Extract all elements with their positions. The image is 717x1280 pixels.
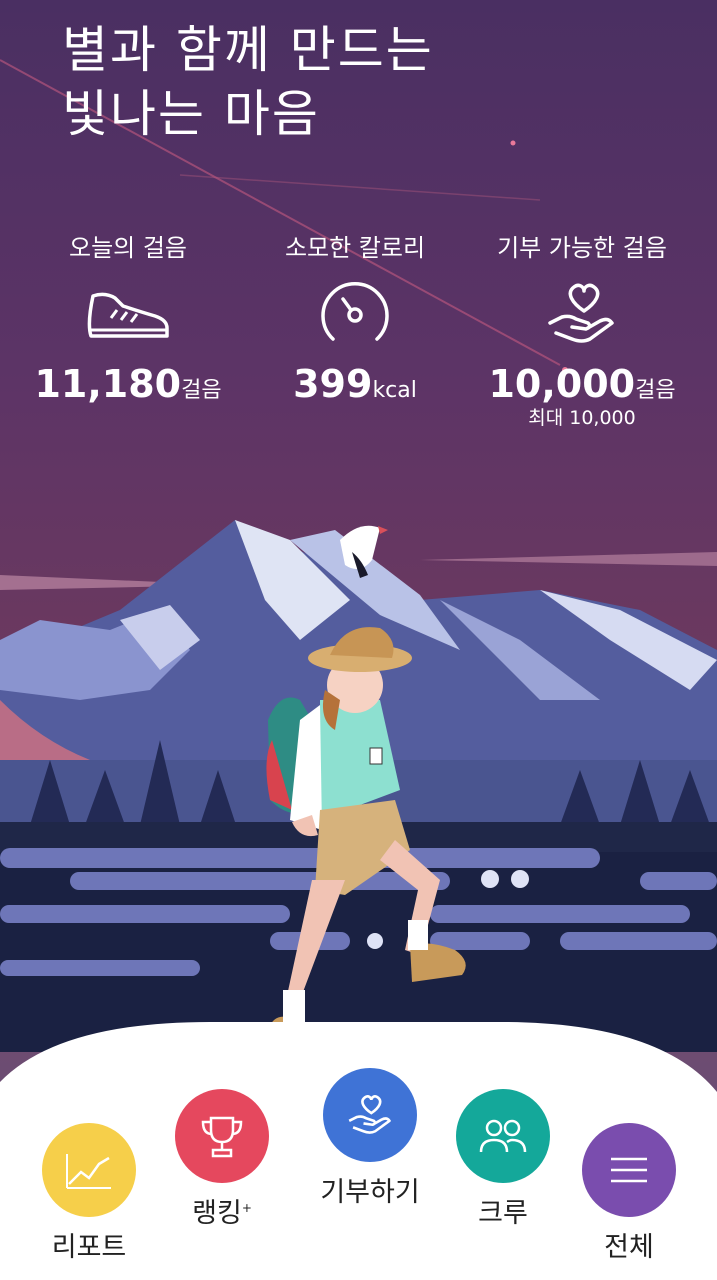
nav-crew-button[interactable]: 크루 [438, 1089, 568, 1230]
nav-ranking-label: 랭킹+ [157, 1191, 287, 1230]
sneaker-icon [13, 268, 243, 360]
gauge-icon [240, 268, 470, 360]
stat-unit: 걸음 [181, 378, 222, 403]
stat-value: 399 [293, 362, 373, 406]
title-line1: 별과 함께 만드는 [62, 21, 434, 79]
stat-donatable-steps: 기부 가능한 걸음 10,000걸음 최대 10,000 [467, 228, 697, 428]
people-icon [456, 1089, 550, 1183]
stat-calories: 소모한 칼로리 399kcal [240, 228, 470, 416]
app-screen: 별과 함께 만드는 빛나는 마음 오늘의 걸음 11,180걸음 소모한 칼로리 [0, 0, 717, 1280]
stat-unit: 걸음 [635, 378, 676, 403]
stat-value: 11,180 [34, 362, 182, 406]
nav-ranking-plus: + [241, 1201, 252, 1215]
stat-label: 기부 가능한 걸음 [497, 234, 667, 262]
nav-donate-button[interactable]: 기부하기 [305, 1068, 435, 1209]
nav-all-label: 전체 [604, 1232, 654, 1263]
nav-report-button[interactable]: 리포트 [24, 1123, 154, 1264]
heart-hand-icon [467, 268, 697, 360]
heart-hand-icon [323, 1068, 417, 1162]
title-line2: 빛나는 마음 [62, 85, 320, 143]
stat-unit: kcal [372, 378, 417, 403]
nav-ranking-text: 랭킹 [192, 1198, 242, 1229]
nav-all-menu-button[interactable]: 전체 [564, 1123, 694, 1264]
trophy-icon [175, 1089, 269, 1183]
nav-crew-label: 크루 [478, 1198, 528, 1229]
nav-report-label: 리포트 [51, 1232, 127, 1263]
nav-ranking-button[interactable]: 랭킹+ [157, 1089, 287, 1230]
menu-icon [582, 1123, 676, 1217]
stat-label: 소모한 칼로리 [284, 234, 426, 262]
stat-label: 오늘의 걸음 [68, 234, 188, 262]
page-title: 별과 함께 만드는 빛나는 마음 [62, 18, 434, 146]
stat-value: 10,000 [488, 362, 636, 406]
nav-donate-label: 기부하기 [320, 1177, 420, 1208]
stat-today-steps: 오늘의 걸음 11,180걸음 [13, 228, 243, 416]
chart-icon [42, 1123, 136, 1217]
